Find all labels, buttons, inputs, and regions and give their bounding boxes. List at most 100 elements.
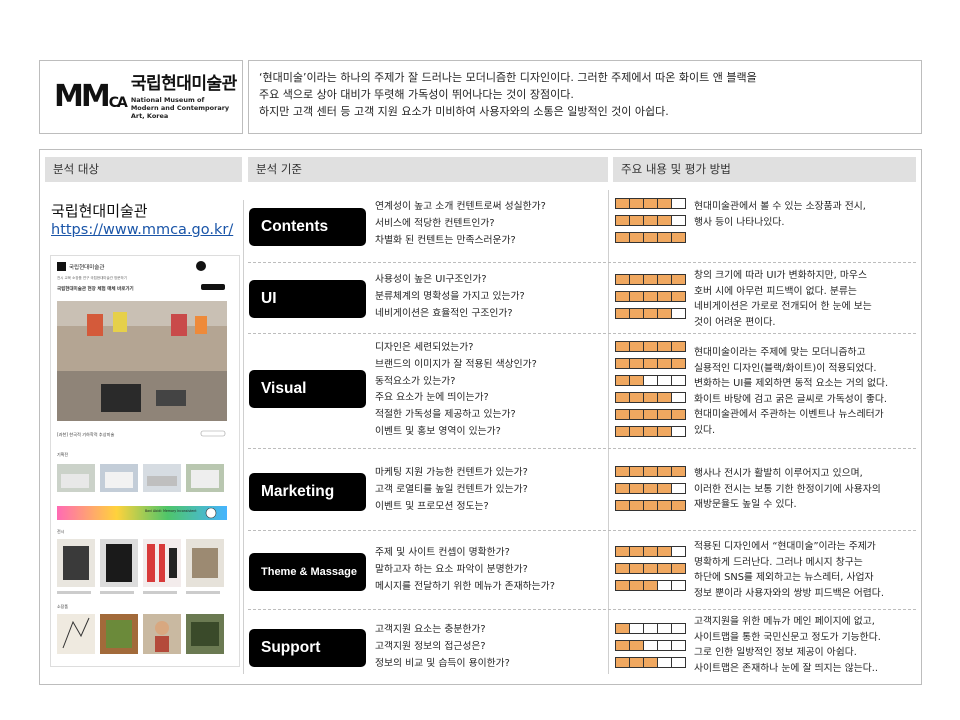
header-target: 분석 대상 bbox=[45, 157, 242, 182]
rating-cell bbox=[644, 359, 658, 368]
summary-box: ‘현대미술’이라는 하나의 주제가 잘 드러나는 모더니즘한 디자인이다. 그러… bbox=[248, 60, 922, 134]
rating-cell bbox=[630, 359, 644, 368]
rating-cell bbox=[644, 275, 658, 284]
rating-bar bbox=[615, 358, 686, 369]
evaluation-line: 명확하게 드러난다. 그러나 메시지 창구는 bbox=[694, 556, 863, 568]
rating-cell bbox=[630, 275, 644, 284]
criteria-item: 차별화 된 컨텐트는 만족스러운가? bbox=[375, 234, 516, 246]
evaluation-line: 이러한 전시는 보통 기한 한정이기에 사용자의 bbox=[694, 483, 881, 495]
criteria-list-visual: 디자인은 세련되었는가? 브랜드의 이미지가 잘 적용된 색상인가? 동적요소가… bbox=[375, 340, 537, 441]
evaluation-line: 재방문율도 높일 수 있다. bbox=[694, 499, 797, 510]
evaluation-line: 고객지원을 위한 메뉴가 메인 페이지에 없고, bbox=[694, 616, 875, 627]
rating-cell bbox=[630, 581, 644, 590]
evaluation-contents: 현대미술관에서 볼 수 있는 소장품과 전시, 행사 등이 나타나있다. bbox=[694, 199, 866, 230]
rating-cell bbox=[672, 467, 685, 476]
rating-cell bbox=[630, 547, 644, 556]
rating-cell bbox=[672, 309, 685, 318]
rating-cell bbox=[658, 275, 672, 284]
criteria-item: 동적요소가 있는가? bbox=[375, 375, 456, 387]
rating-cell bbox=[658, 501, 672, 510]
category-label-contents: Contents bbox=[249, 208, 366, 246]
rating-cell bbox=[616, 342, 630, 351]
evaluation-line: 그로 인한 일방적인 정보 제공이 아쉽다. bbox=[694, 647, 857, 658]
evaluation-line: 사이트맵은 존재하나 눈에 잘 띄지는 않는다.. bbox=[694, 662, 879, 674]
rating-cell bbox=[672, 275, 685, 284]
rating-bar bbox=[615, 546, 686, 557]
thumb-section-3: 소장품 bbox=[57, 603, 68, 609]
rating-cell bbox=[630, 393, 644, 402]
rating-cell bbox=[644, 376, 658, 385]
rating-cell bbox=[616, 199, 630, 208]
evaluation-support: 고객지원을 위한 메뉴가 메인 페이지에 없고, 사이트맵을 통한 국민신문고 … bbox=[694, 614, 881, 676]
thumb-caption: [과천] 한국적 기하학적 추상미술 bbox=[57, 431, 114, 438]
category-label-visual: Visual bbox=[249, 370, 366, 408]
evaluation-ui: 창의 크기에 따라 UI가 변화하지만, 마우스 호버 시에 아무런 피드백이 … bbox=[694, 268, 872, 330]
logo-mark-sub: CA bbox=[108, 95, 128, 111]
criteria-item: 네비게이션은 효율적인 구조인가? bbox=[375, 307, 513, 319]
rating-cell bbox=[630, 199, 644, 208]
rating-bar bbox=[615, 500, 686, 511]
thumb-banner-text: Bani Abidi: Memory Inconsistent bbox=[145, 509, 197, 513]
rating-cell bbox=[658, 427, 672, 436]
rating-cell bbox=[630, 216, 644, 225]
rating-cell bbox=[658, 564, 672, 573]
rating-cell bbox=[672, 342, 685, 351]
criteria-list-theme-message: 주제 및 사이트 컨셉이 명확한가? 말하고자 하는 요소 파악이 분명한가? … bbox=[375, 545, 555, 595]
rating-cell bbox=[644, 624, 658, 633]
row-divider bbox=[248, 333, 916, 334]
criteria-item: 주요 요소가 눈에 띄이는가? bbox=[375, 392, 489, 404]
rating-cell bbox=[630, 564, 644, 573]
rating-cell bbox=[644, 564, 658, 573]
logo-box: MM CA 국립현대미술관 National Museum of Modern … bbox=[39, 60, 243, 134]
rating-cell bbox=[658, 359, 672, 368]
rating-bar bbox=[615, 623, 686, 634]
rating-cell bbox=[658, 581, 672, 590]
rating-cell bbox=[616, 359, 630, 368]
rating-cell bbox=[672, 547, 685, 556]
rating-cell bbox=[658, 393, 672, 402]
evaluation-line: 변화하는 UI를 제외하면 동적 요소는 거의 없다. bbox=[694, 378, 889, 389]
rating-cell bbox=[658, 624, 672, 633]
rating-cell bbox=[672, 216, 685, 225]
row-divider bbox=[248, 530, 916, 531]
rating-cell bbox=[616, 641, 630, 650]
rating-cell bbox=[630, 501, 644, 510]
rating-cell bbox=[616, 275, 630, 284]
criteria-item: 고객 로열티를 높일 컨텐트가 있는가? bbox=[375, 483, 528, 495]
rating-cell bbox=[672, 410, 685, 419]
evaluation-line: 행사 등이 나타나있다. bbox=[694, 216, 785, 228]
criteria-item: 이벤트 및 홍보 영역이 있는가? bbox=[375, 425, 501, 437]
category-label-marketing: Marketing bbox=[249, 473, 366, 511]
criteria-list-support: 고객지원 요소는 충분한가? 고객지원 정보의 접근성은? 정보의 비교 및 습… bbox=[375, 622, 510, 672]
rating-bar bbox=[615, 291, 686, 302]
rating-cell bbox=[644, 547, 658, 556]
rating-cell bbox=[672, 564, 685, 573]
criteria-list-marketing: 마케팅 지원 가능한 컨텐트가 있는가? 고객 로열티를 높일 컨텐트가 있는가… bbox=[375, 465, 528, 515]
criteria-item: 사용성이 높은 UI구조인가? bbox=[375, 274, 487, 285]
rating-cell bbox=[644, 199, 658, 208]
rating-cell bbox=[616, 376, 630, 385]
category-label-support: Support bbox=[249, 629, 366, 667]
rating-bar bbox=[615, 341, 686, 352]
thumb-logo-icon bbox=[57, 262, 66, 271]
row-divider bbox=[248, 609, 916, 610]
thumb-menu-icon bbox=[196, 261, 206, 271]
evaluation-theme-message: 적용된 디자인에서 “현대미술”이라는 주제가 명확하게 드러난다. 그러나 메… bbox=[694, 539, 884, 601]
rating-cell bbox=[630, 641, 644, 650]
summary-line: ‘현대미술’이라는 하나의 주제가 잘 드러나는 모더니즘한 디자인이다. 그러… bbox=[259, 71, 757, 84]
rating-cell bbox=[616, 410, 630, 419]
criteria-item: 마케팅 지원 가능한 컨텐트가 있는가? bbox=[375, 467, 528, 478]
rating-cell bbox=[630, 342, 644, 351]
evaluation-line: 호버 시에 아무런 피드백이 없다. 분류는 bbox=[694, 285, 857, 297]
logo-name-kr: 국립현대미술관 bbox=[130, 74, 237, 94]
rating-cell bbox=[630, 467, 644, 476]
criteria-item: 고객지원 요소는 충분한가? bbox=[375, 624, 486, 635]
rating-bar bbox=[615, 308, 686, 319]
rating-cell bbox=[672, 376, 685, 385]
rating-cell bbox=[644, 410, 658, 419]
rating-cell bbox=[672, 658, 685, 667]
target-url-link[interactable]: https://www.mmca.go.kr/ bbox=[51, 222, 233, 238]
rating-cell bbox=[616, 564, 630, 573]
thumbnail-illustration: 국립현대미술관 전시 교육 소장품 연구 국립현대미술관 방문하기 국립현대미술… bbox=[51, 256, 239, 666]
rating-cell bbox=[672, 501, 685, 510]
